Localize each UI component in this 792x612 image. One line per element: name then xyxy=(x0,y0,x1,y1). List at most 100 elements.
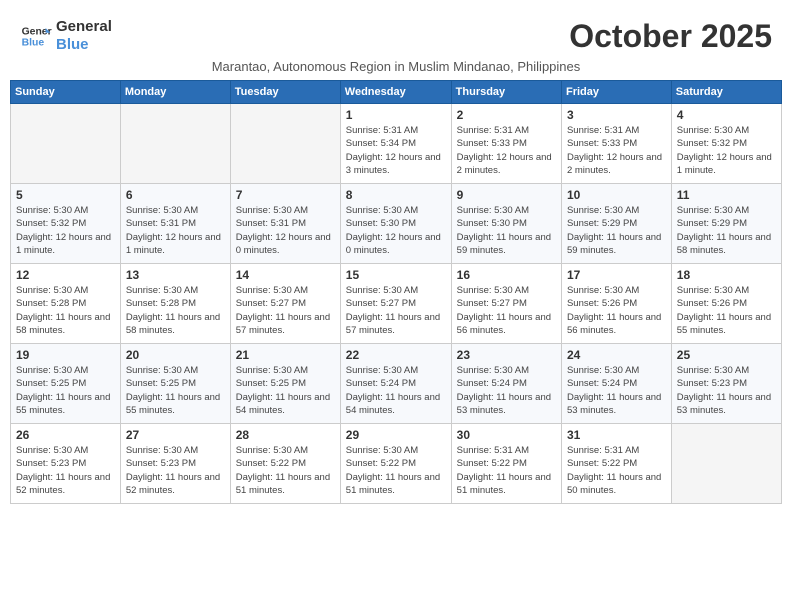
calendar-cell: 30 Sunrise: 5:31 AMSunset: 5:22 PMDayligh… xyxy=(451,424,561,504)
day-number: 25 xyxy=(677,348,776,362)
day-info: Sunrise: 5:30 AMSunset: 5:22 PMDaylight:… xyxy=(346,444,446,497)
calendar-cell: 14 Sunrise: 5:30 AMSunset: 5:27 PMDayligh… xyxy=(230,264,340,344)
day-number: 3 xyxy=(567,108,666,122)
day-number: 5 xyxy=(16,188,115,202)
calendar-week-5: 26 Sunrise: 5:30 AMSunset: 5:23 PMDayligh… xyxy=(11,424,782,504)
logo-line2: Blue xyxy=(56,36,112,54)
day-number: 31 xyxy=(567,428,666,442)
calendar-cell: 2Sunrise: 5:31 AMSunset: 5:33 PMDaylight… xyxy=(451,104,561,184)
calendar-table: SundayMondayTuesdayWednesdayThursdayFrid… xyxy=(10,80,782,504)
calendar-cell: 18Sunrise: 5:30 AMSunset: 5:26 PMDayligh… xyxy=(671,264,781,344)
month-title: October 2025 xyxy=(569,18,772,55)
calendar-cell: 27 Sunrise: 5:30 AMSunset: 5:23 PMDayligh… xyxy=(120,424,230,504)
day-info: Sunrise: 5:31 AMSunset: 5:22 PMDaylight:… xyxy=(457,444,556,497)
calendar-cell: 15 Sunrise: 5:30 AMSunset: 5:27 PMDayligh… xyxy=(340,264,451,344)
day-number: 7 xyxy=(236,188,335,202)
day-info: Sunrise: 5:30 AMSunset: 5:22 PMDaylight:… xyxy=(236,444,335,497)
day-info: Sunrise: 5:30 AMSunset: 5:27 PMDaylight:… xyxy=(457,284,556,337)
day-info: Sunrise: 5:30 AMSunset: 5:26 PMDaylight:… xyxy=(567,284,666,337)
day-info: Sunrise: 5:30 AMSunset: 5:31 PMDaylight:… xyxy=(236,204,335,257)
calendar-cell xyxy=(671,424,781,504)
calendar-week-3: 12 Sunrise: 5:30 AMSunset: 5:28 PMDayligh… xyxy=(11,264,782,344)
day-number: 11 xyxy=(677,188,776,202)
calendar-cell xyxy=(11,104,121,184)
day-header-monday: Monday xyxy=(120,81,230,104)
calendar-cell: 3Sunrise: 5:31 AMSunset: 5:33 PMDaylight… xyxy=(561,104,671,184)
day-info: Sunrise: 5:30 AMSunset: 5:25 PMDaylight:… xyxy=(16,364,115,417)
day-info: Sunrise: 5:30 AMSunset: 5:28 PMDaylight:… xyxy=(16,284,115,337)
calendar-cell: 31 Sunrise: 5:31 AMSunset: 5:22 PMDayligh… xyxy=(561,424,671,504)
calendar-cell: 9Sunrise: 5:30 AMSunset: 5:30 PMDaylight… xyxy=(451,184,561,264)
calendar-cell: 8Sunrise: 5:30 AMSunset: 5:30 PMDaylight… xyxy=(340,184,451,264)
day-info: Sunrise: 5:31 AMSunset: 5:33 PMDaylight:… xyxy=(457,124,556,177)
calendar-cell: 24 Sunrise: 5:30 AMSunset: 5:24 PMDayligh… xyxy=(561,344,671,424)
calendar-cell: 12 Sunrise: 5:30 AMSunset: 5:28 PMDayligh… xyxy=(11,264,121,344)
calendar-week-1: 1Sunrise: 5:31 AMSunset: 5:34 PMDaylight… xyxy=(11,104,782,184)
day-info: Sunrise: 5:30 AMSunset: 5:23 PMDaylight:… xyxy=(16,444,115,497)
calendar-cell xyxy=(230,104,340,184)
logo: General Blue General Blue xyxy=(20,18,112,54)
day-header-sunday: Sunday xyxy=(11,81,121,104)
day-number: 24 xyxy=(567,348,666,362)
day-info: Sunrise: 5:30 AMSunset: 5:31 PMDaylight:… xyxy=(126,204,225,257)
day-info: Sunrise: 5:30 AMSunset: 5:29 PMDaylight:… xyxy=(567,204,666,257)
calendar-cell: 28 Sunrise: 5:30 AMSunset: 5:22 PMDayligh… xyxy=(230,424,340,504)
calendar-week-2: 5 Sunrise: 5:30 AMSunset: 5:32 PMDaylight… xyxy=(11,184,782,264)
day-number: 23 xyxy=(457,348,556,362)
header-row: SundayMondayTuesdayWednesdayThursdayFrid… xyxy=(11,81,782,104)
calendar-cell: 7 Sunrise: 5:30 AMSunset: 5:31 PMDaylight… xyxy=(230,184,340,264)
day-number: 15 xyxy=(346,268,446,282)
svg-text:Blue: Blue xyxy=(22,38,45,49)
calendar-cell: 20 Sunrise: 5:30 AMSunset: 5:25 PMDayligh… xyxy=(120,344,230,424)
title-section: October 2025 xyxy=(569,18,772,55)
calendar-cell: 1Sunrise: 5:31 AMSunset: 5:34 PMDaylight… xyxy=(340,104,451,184)
day-number: 27 xyxy=(126,428,225,442)
calendar-cell: 10Sunrise: 5:30 AMSunset: 5:29 PMDayligh… xyxy=(561,184,671,264)
day-info: Sunrise: 5:30 AMSunset: 5:25 PMDaylight:… xyxy=(236,364,335,417)
day-header-saturday: Saturday xyxy=(671,81,781,104)
day-number: 8 xyxy=(346,188,446,202)
day-number: 20 xyxy=(126,348,225,362)
calendar-cell: 25 Sunrise: 5:30 AMSunset: 5:23 PMDayligh… xyxy=(671,344,781,424)
day-info: Sunrise: 5:30 AMSunset: 5:24 PMDaylight:… xyxy=(457,364,556,417)
day-header-friday: Friday xyxy=(561,81,671,104)
calendar-cell: 11 Sunrise: 5:30 AMSunset: 5:29 PMDayligh… xyxy=(671,184,781,264)
day-number: 18 xyxy=(677,268,776,282)
day-info: Sunrise: 5:30 AMSunset: 5:24 PMDaylight:… xyxy=(567,364,666,417)
calendar-cell: 21 Sunrise: 5:30 AMSunset: 5:25 PMDayligh… xyxy=(230,344,340,424)
calendar-cell: 26 Sunrise: 5:30 AMSunset: 5:23 PMDayligh… xyxy=(11,424,121,504)
calendar-cell: 6Sunrise: 5:30 AMSunset: 5:31 PMDaylight… xyxy=(120,184,230,264)
day-number: 17 xyxy=(567,268,666,282)
day-info: Sunrise: 5:30 AMSunset: 5:25 PMDaylight:… xyxy=(126,364,225,417)
day-number: 29 xyxy=(346,428,446,442)
calendar-cell xyxy=(120,104,230,184)
day-number: 1 xyxy=(346,108,446,122)
day-header-wednesday: Wednesday xyxy=(340,81,451,104)
day-number: 26 xyxy=(16,428,115,442)
logo-line1: General xyxy=(56,18,112,36)
day-info: Sunrise: 5:30 AMSunset: 5:32 PMDaylight:… xyxy=(16,204,115,257)
calendar-cell: 5 Sunrise: 5:30 AMSunset: 5:32 PMDaylight… xyxy=(11,184,121,264)
calendar-week-4: 19 Sunrise: 5:30 AMSunset: 5:25 PMDayligh… xyxy=(11,344,782,424)
calendar-cell: 23 Sunrise: 5:30 AMSunset: 5:24 PMDayligh… xyxy=(451,344,561,424)
calendar-cell: 13Sunrise: 5:30 AMSunset: 5:28 PMDayligh… xyxy=(120,264,230,344)
subtitle: Marantao, Autonomous Region in Muslim Mi… xyxy=(10,59,782,80)
calendar-cell: 17 Sunrise: 5:30 AMSunset: 5:26 PMDayligh… xyxy=(561,264,671,344)
day-number: 30 xyxy=(457,428,556,442)
day-info: Sunrise: 5:30 AMSunset: 5:27 PMDaylight:… xyxy=(346,284,446,337)
day-number: 9 xyxy=(457,188,556,202)
day-info: Sunrise: 5:30 AMSunset: 5:29 PMDaylight:… xyxy=(677,204,776,257)
day-number: 13 xyxy=(126,268,225,282)
day-info: Sunrise: 5:30 AMSunset: 5:23 PMDaylight:… xyxy=(126,444,225,497)
day-info: Sunrise: 5:30 AMSunset: 5:23 PMDaylight:… xyxy=(677,364,776,417)
day-number: 19 xyxy=(16,348,115,362)
day-number: 28 xyxy=(236,428,335,442)
day-info: Sunrise: 5:31 AMSunset: 5:22 PMDaylight:… xyxy=(567,444,666,497)
day-number: 22 xyxy=(346,348,446,362)
day-number: 14 xyxy=(236,268,335,282)
day-info: Sunrise: 5:30 AMSunset: 5:27 PMDaylight:… xyxy=(236,284,335,337)
calendar-cell: 16Sunrise: 5:30 AMSunset: 5:27 PMDayligh… xyxy=(451,264,561,344)
day-number: 21 xyxy=(236,348,335,362)
day-info: Sunrise: 5:30 AMSunset: 5:24 PMDaylight:… xyxy=(346,364,446,417)
day-number: 12 xyxy=(16,268,115,282)
